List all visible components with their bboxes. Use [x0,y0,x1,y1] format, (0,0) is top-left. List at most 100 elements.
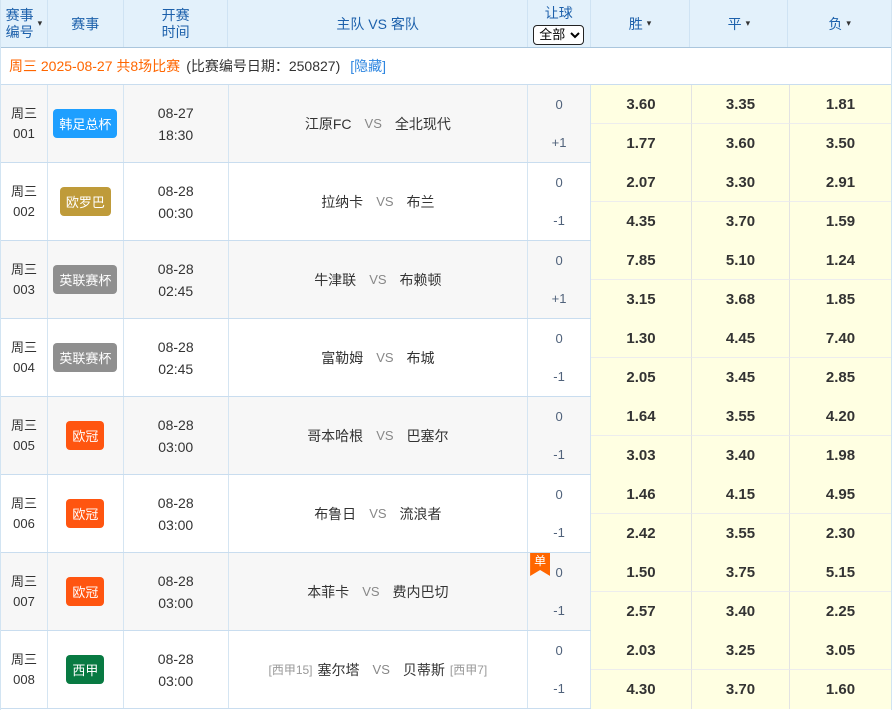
odds-lose[interactable]: 2.30 [789,514,891,553]
handicap-cell: 0 +1 [528,85,591,162]
odds-draw[interactable]: 3.70 [691,670,789,709]
header-match-number[interactable]: 赛事编号 ▾ [1,0,48,47]
odds-lose[interactable]: 4.20 [789,397,891,436]
away-team: 全北现代 [395,114,451,134]
odds-lose[interactable]: 1.24 [789,241,891,280]
odds-lose[interactable]: 1.98 [789,436,891,475]
league-badge[interactable]: 韩足总杯 [53,109,117,138]
sort-arrow-icon[interactable]: ▾ [38,18,43,29]
odds-draw[interactable]: 3.45 [691,358,789,397]
league-badge[interactable]: 欧冠 [66,421,104,450]
kickoff-time-cell: 08-28 02:45 [124,241,229,318]
handicap-cell: 0 +1 [528,241,591,318]
header-league: 赛事 [48,0,124,47]
kickoff-time-cell: 08-28 03:00 [124,553,229,630]
odds-draw[interactable]: 3.68 [691,280,789,319]
odds-lose[interactable]: 3.05 [789,631,891,670]
header-win[interactable]: 胜 ▾ [591,0,691,47]
odds-win[interactable]: 2.03 [591,631,691,670]
match-number-cell: 周三 008 [1,631,48,708]
home-team: 本菲卡 [307,582,349,602]
odds-lose[interactable]: 4.95 [789,475,891,514]
kickoff-date: 08-27 [158,102,194,124]
handicap-value: +1 [528,280,590,319]
league-badge[interactable]: 英联赛杯 [53,343,117,372]
odds-win[interactable]: 2.07 [591,163,691,202]
sort-arrow-icon[interactable]: ▾ [846,18,851,29]
odds-lose[interactable]: 2.85 [789,358,891,397]
league-badge[interactable]: 西甲 [66,655,104,684]
odds-win[interactable]: 4.30 [591,670,691,709]
header-kickoff-time: 开赛时间 [124,0,229,47]
odds-win[interactable]: 1.64 [591,397,691,436]
home-team: 牛津联 [314,270,356,290]
odds-lose[interactable]: 1.85 [789,280,891,319]
odds-draw[interactable]: 3.60 [691,124,789,163]
match-day: 周三 [11,104,37,124]
league-badge[interactable]: 英联赛杯 [53,265,117,294]
odds-draw[interactable]: 3.35 [691,85,789,124]
vs-label: VS [369,506,386,521]
match-odds-table: 赛事编号 ▾ 赛事 开赛时间 主队 VS 客队 让球 全部 胜 ▾ 平 ▾ 负 … [0,0,892,710]
league-badge[interactable]: 欧冠 [66,577,104,606]
away-team: 巴塞尔 [407,426,449,446]
league-cell: 西甲 [48,631,124,708]
kickoff-date: 08-28 [158,648,194,670]
header-teams: 主队 VS 客队 [228,0,527,47]
odds-lose[interactable]: 7.40 [789,319,891,358]
odds-win[interactable]: 1.50 [591,553,691,592]
odds-win[interactable]: 2.42 [591,514,691,553]
odds-draw[interactable]: 3.75 [691,553,789,592]
kickoff-time: 03:00 [158,514,193,536]
odds-win[interactable]: 1.30 [591,319,691,358]
sort-arrow-icon[interactable]: ▾ [647,18,652,29]
odds-lose[interactable]: 2.91 [789,163,891,202]
match-number-cell: 周三 001 [1,85,48,162]
teams-cell: 牛津联 VS 布赖顿 [229,241,528,318]
odds-draw[interactable]: 3.40 [691,592,789,631]
handicap-value: 0 [528,241,590,280]
match-id-date-note: (比赛编号日期：250827) [186,56,340,76]
odds-win[interactable]: 3.60 [591,85,691,124]
table-row: 周三 006 欧冠 08-28 03:00 布鲁日 VS 流浪者 0 -1 1.… [1,475,891,553]
odds-draw[interactable]: 3.25 [691,631,789,670]
odds-lose[interactable]: 2.25 [789,592,891,631]
kickoff-time: 03:00 [158,592,193,614]
header-draw[interactable]: 平 ▾ [690,0,788,47]
odds-win[interactable]: 2.05 [591,358,691,397]
odds-draw[interactable]: 5.10 [691,241,789,280]
odds-win[interactable]: 4.35 [591,202,691,241]
table-row: 周三 007 欧冠 08-28 03:00 本菲卡 VS 费内巴切 单 0 -1… [1,553,891,631]
odds-draw[interactable]: 4.45 [691,319,789,358]
odds-win[interactable]: 7.85 [591,241,691,280]
odds-win[interactable]: 1.77 [591,124,691,163]
match-number: 002 [13,202,35,222]
odds-draw[interactable]: 4.15 [691,475,789,514]
odds-lose[interactable]: 5.15 [789,553,891,592]
odds-win[interactable]: 1.46 [591,475,691,514]
odds-lose[interactable]: 1.59 [789,202,891,241]
odds-grid: 1.46 4.15 4.95 2.42 3.55 2.30 [591,475,891,552]
odds-lose[interactable]: 1.81 [789,85,891,124]
odds-draw[interactable]: 3.70 [691,202,789,241]
odds-win[interactable]: 3.15 [591,280,691,319]
odds-grid: 2.07 3.30 2.91 4.35 3.70 1.59 [591,163,891,240]
table-row: 周三 005 欧冠 08-28 03:00 哥本哈根 VS 巴塞尔 0 -1 1… [1,397,891,475]
odds-lose[interactable]: 1.60 [789,670,891,709]
hide-link[interactable]: [隐藏] [350,56,386,76]
odds-win[interactable]: 2.57 [591,592,691,631]
league-badge[interactable]: 欧罗巴 [60,187,111,216]
header-lose[interactable]: 负 ▾ [788,0,891,47]
odds-lose[interactable]: 3.50 [789,124,891,163]
kickoff-date: 08-28 [158,180,194,202]
odds-draw[interactable]: 3.55 [691,397,789,436]
sort-arrow-icon[interactable]: ▾ [746,18,751,29]
odds-win[interactable]: 3.03 [591,436,691,475]
odds-draw[interactable]: 3.40 [691,436,789,475]
teams-cell: 江原FC VS 全北现代 [229,85,528,162]
kickoff-date: 08-28 [158,414,194,436]
handicap-filter-select[interactable]: 全部 [533,25,584,45]
odds-draw[interactable]: 3.55 [691,514,789,553]
league-badge[interactable]: 欧冠 [66,499,104,528]
odds-draw[interactable]: 3.30 [691,163,789,202]
